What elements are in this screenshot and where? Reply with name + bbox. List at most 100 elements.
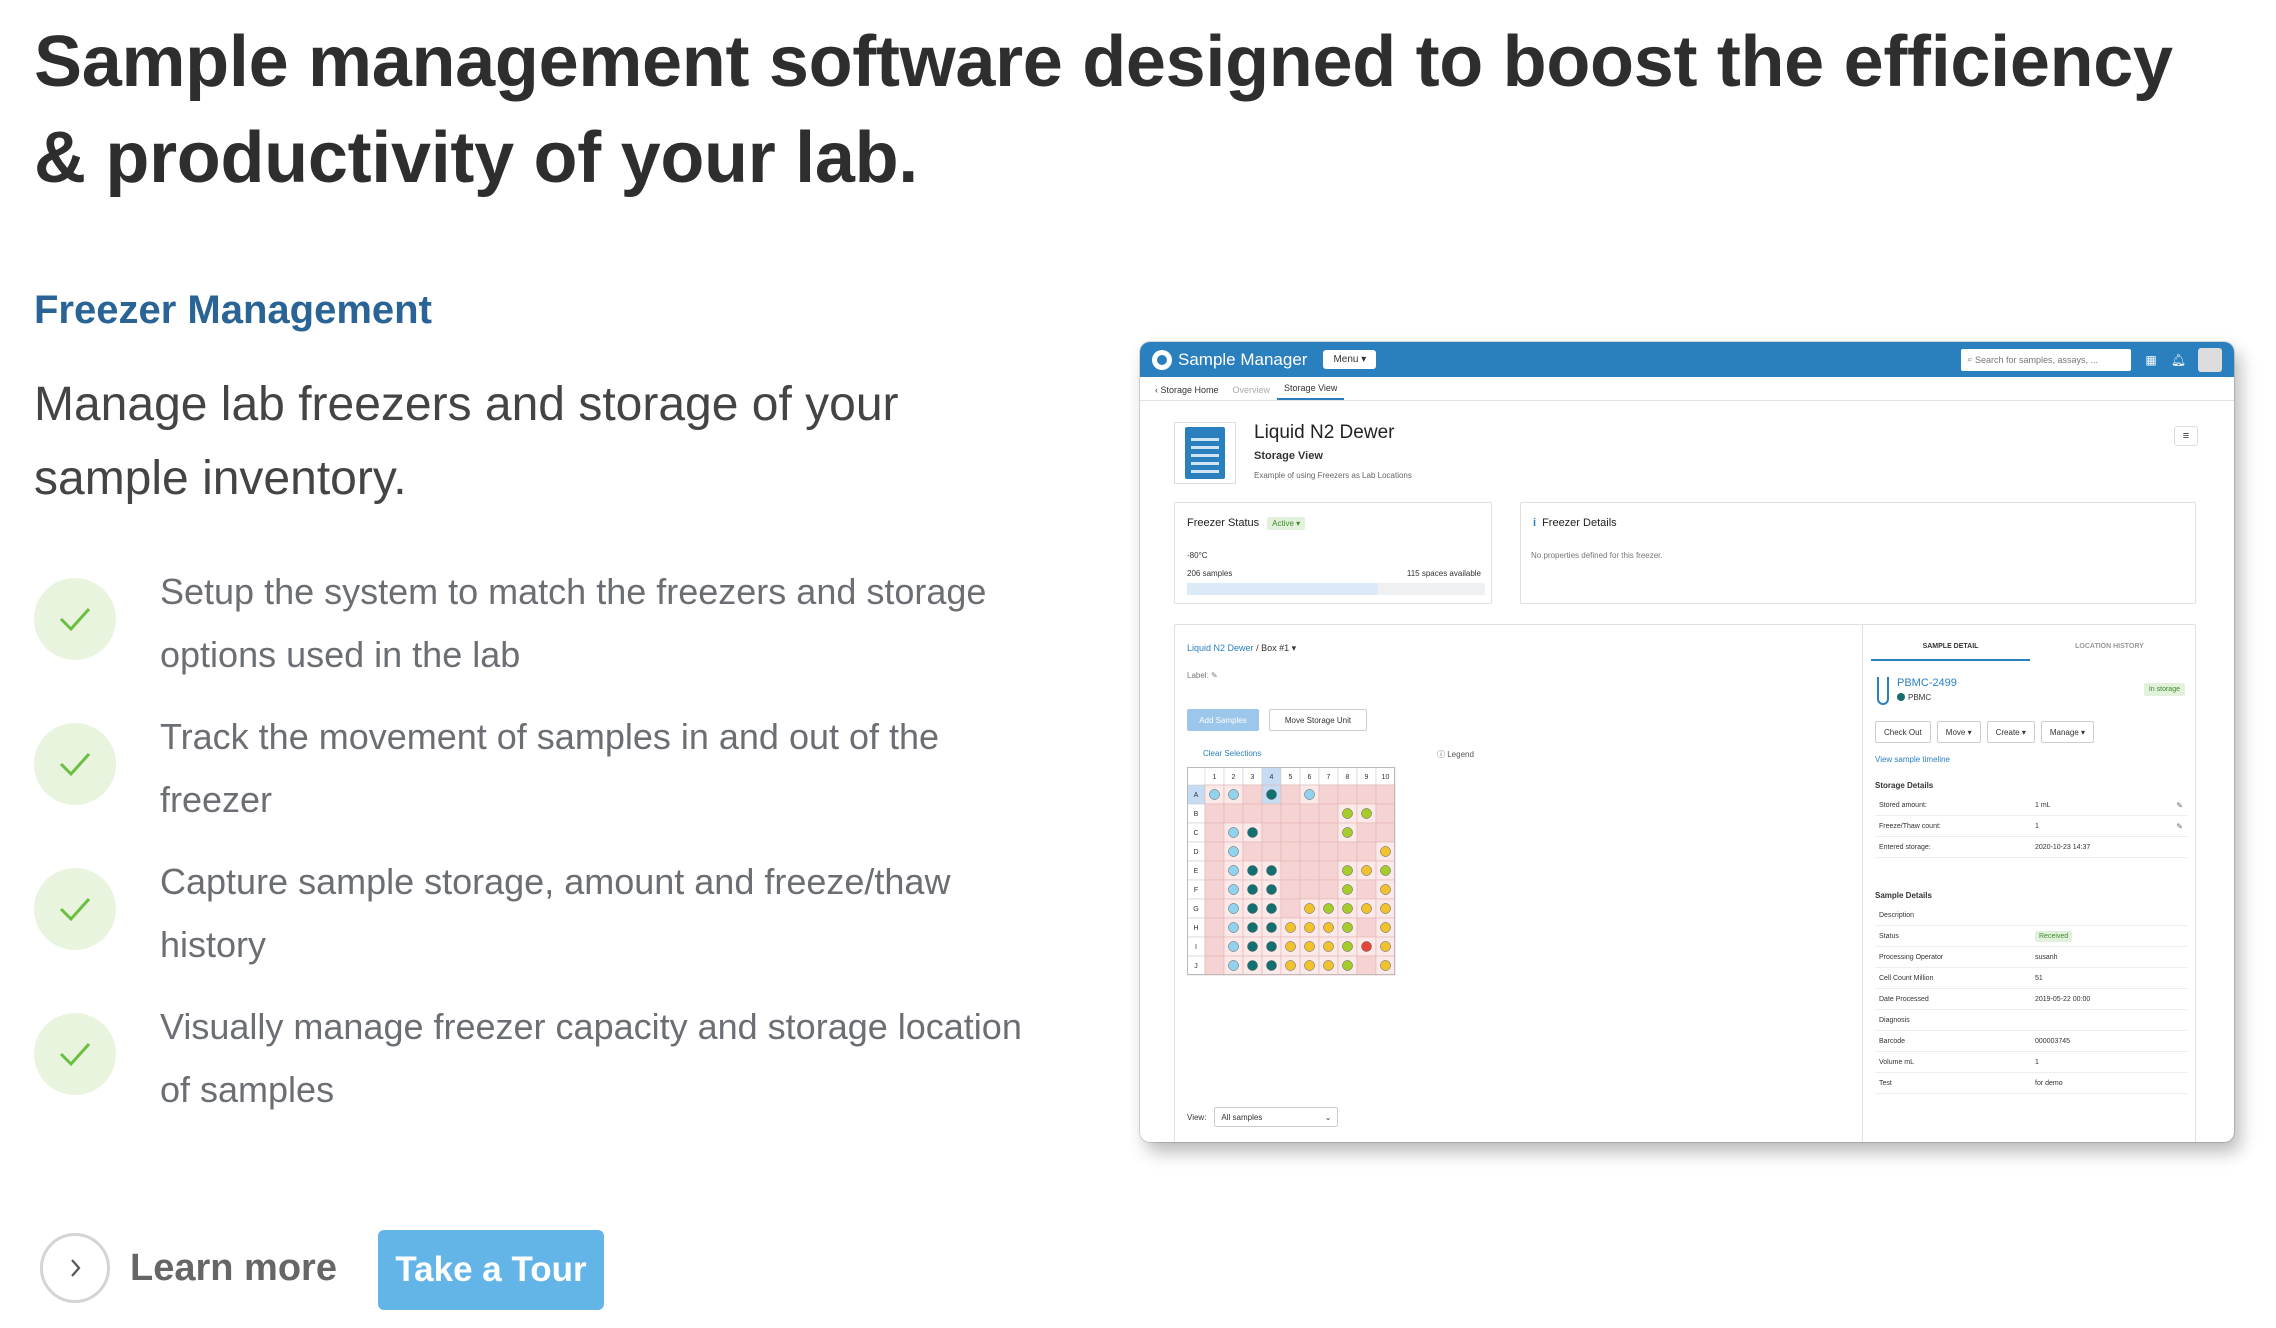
box-cell[interactable] <box>1204 955 1225 976</box>
box-cell[interactable] <box>1356 955 1377 976</box>
sample-dot[interactable] <box>1380 884 1391 895</box>
sample-dot[interactable] <box>1285 922 1296 933</box>
sample-dot[interactable] <box>1380 865 1391 876</box>
sample-dot[interactable] <box>1361 941 1372 952</box>
sample-dot[interactable] <box>1342 827 1353 838</box>
sample-dot[interactable] <box>1266 960 1277 971</box>
check-out-button[interactable]: Check Out <box>1875 721 1931 743</box>
box-cell[interactable] <box>1280 860 1301 881</box>
sample-dot[interactable] <box>1361 903 1372 914</box>
box-cell[interactable] <box>1204 917 1225 938</box>
sample-dot[interactable] <box>1228 960 1239 971</box>
sample-dot[interactable] <box>1266 922 1277 933</box>
sample-dot[interactable] <box>1380 903 1391 914</box>
box-cell[interactable] <box>1299 879 1320 900</box>
box-cell[interactable] <box>1280 784 1301 805</box>
sample-dot[interactable] <box>1342 922 1353 933</box>
sample-dot[interactable] <box>1285 960 1296 971</box>
sample-dot[interactable] <box>1247 903 1258 914</box>
box-cell[interactable] <box>1204 822 1225 843</box>
sample-dot[interactable] <box>1304 903 1315 914</box>
row-label[interactable]: B <box>1194 811 1199 818</box>
status-badge[interactable]: Active ▾ <box>1267 517 1306 530</box>
column-label[interactable]: 4 <box>1270 774 1274 781</box>
sample-dot[interactable] <box>1266 884 1277 895</box>
move-storage-unit-button[interactable]: Move Storage Unit <box>1269 709 1367 731</box>
clear-selections-link[interactable]: Clear Selections <box>1203 749 1261 758</box>
box-cell[interactable] <box>1356 841 1377 862</box>
sample-dot[interactable] <box>1361 865 1372 876</box>
column-label[interactable]: 3 <box>1251 774 1255 781</box>
box-cell[interactable] <box>1242 803 1263 824</box>
box-cell[interactable] <box>1318 860 1339 881</box>
sample-dot[interactable] <box>1342 903 1353 914</box>
sample-dot[interactable] <box>1228 941 1239 952</box>
box-cell[interactable] <box>1375 822 1396 843</box>
row-label[interactable]: F <box>1194 887 1198 894</box>
row-label[interactable]: A <box>1194 792 1199 799</box>
sample-dot[interactable] <box>1247 941 1258 952</box>
move-button[interactable]: Move ▾ <box>1936 721 1981 743</box>
box-cell[interactable] <box>1337 841 1358 862</box>
sample-dot[interactable] <box>1323 903 1334 914</box>
sample-dot[interactable] <box>1304 789 1315 800</box>
row-label[interactable]: J <box>1194 963 1198 970</box>
sample-dot[interactable] <box>1228 903 1239 914</box>
row-label[interactable]: G <box>1193 906 1198 913</box>
tab-location-history[interactable]: LOCATION HISTORY <box>2030 639 2189 661</box>
sample-dot[interactable] <box>1380 960 1391 971</box>
box-cell[interactable] <box>1204 803 1225 824</box>
sample-dot[interactable] <box>1228 827 1239 838</box>
sample-dot[interactable] <box>1228 846 1239 857</box>
box-cell[interactable] <box>1356 784 1377 805</box>
sample-dot[interactable] <box>1247 884 1258 895</box>
box-cell[interactable] <box>1299 860 1320 881</box>
row-label[interactable]: E <box>1194 868 1199 875</box>
sample-dot[interactable] <box>1361 808 1372 819</box>
box-cell[interactable] <box>1242 841 1263 862</box>
sample-dot[interactable] <box>1209 789 1220 800</box>
box-cell[interactable] <box>1280 822 1301 843</box>
column-label[interactable]: 10 <box>1382 774 1390 781</box>
sample-dot[interactable] <box>1247 960 1258 971</box>
sample-dot[interactable] <box>1380 941 1391 952</box>
box-cell[interactable] <box>1242 784 1263 805</box>
row-label[interactable]: C <box>1193 830 1198 837</box>
sample-dot[interactable] <box>1323 960 1334 971</box>
breadcrumb-freezer-link[interactable]: Liquid N2 Dewer <box>1187 643 1254 653</box>
sample-id-link[interactable]: PBMC-2499 <box>1897 677 1957 689</box>
sample-dot[interactable] <box>1247 865 1258 876</box>
sample-dot[interactable] <box>1323 941 1334 952</box>
row-label[interactable]: I <box>1195 944 1197 951</box>
sample-dot[interactable] <box>1304 922 1315 933</box>
box-cell[interactable] <box>1318 784 1339 805</box>
box-cell[interactable] <box>1299 822 1320 843</box>
row-label[interactable]: H <box>1193 925 1198 932</box>
learn-more-link[interactable]: Learn more <box>40 1232 337 1304</box>
sample-dot[interactable] <box>1304 941 1315 952</box>
sample-dot[interactable] <box>1304 960 1315 971</box>
sample-dot[interactable] <box>1228 789 1239 800</box>
box-cell[interactable] <box>1204 879 1225 900</box>
box-cell[interactable] <box>1356 879 1377 900</box>
box-cell[interactable] <box>1356 917 1377 938</box>
sample-dot[interactable] <box>1342 884 1353 895</box>
box-cell[interactable] <box>1318 879 1339 900</box>
box-cell[interactable] <box>1299 841 1320 862</box>
column-label[interactable]: 7 <box>1327 774 1331 781</box>
box-cell[interactable] <box>1318 803 1339 824</box>
box-cell[interactable] <box>1204 841 1225 862</box>
sample-dot[interactable] <box>1266 865 1277 876</box>
tab-sample-detail[interactable]: SAMPLE DETAIL <box>1871 639 2030 661</box>
column-label[interactable]: 1 <box>1213 774 1217 781</box>
hamburger-icon[interactable]: ≡ <box>2174 426 2198 446</box>
sample-dot[interactable] <box>1266 941 1277 952</box>
sample-dot[interactable] <box>1342 865 1353 876</box>
tab-overview[interactable]: Overview <box>1226 385 1278 400</box>
column-label[interactable]: 5 <box>1289 774 1293 781</box>
box-cell[interactable] <box>1261 822 1282 843</box>
manage-button[interactable]: Manage ▾ <box>2040 721 2095 743</box>
sample-dot[interactable] <box>1342 808 1353 819</box>
box-cell[interactable] <box>1356 822 1377 843</box>
menu-button[interactable]: Menu ▾ <box>1323 350 1377 369</box>
